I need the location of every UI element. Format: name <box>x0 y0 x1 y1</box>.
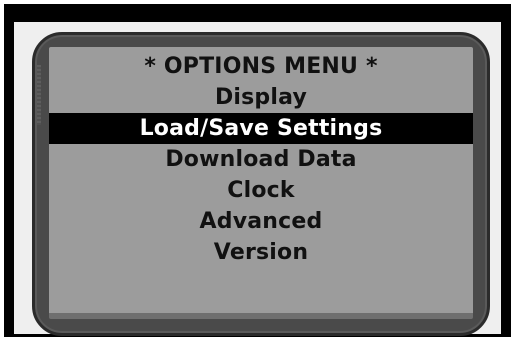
image-frame: * OPTIONS MENU * Display Load/Save Setti… <box>4 4 511 337</box>
lcd-screen: * OPTIONS MENU * Display Load/Save Setti… <box>49 47 473 319</box>
device-body: * OPTIONS MENU * Display Load/Save Setti… <box>14 22 501 336</box>
screen-bezel: * OPTIONS MENU * Display Load/Save Setti… <box>32 32 490 336</box>
bezel-scuff <box>37 65 41 125</box>
menu-item-clock[interactable]: Clock <box>49 175 473 206</box>
menu-item-display[interactable]: Display <box>49 82 473 113</box>
menu-title: * OPTIONS MENU * <box>144 54 378 79</box>
menu-item-load-save-settings[interactable]: Load/Save Settings <box>49 113 473 144</box>
options-menu: * OPTIONS MENU * Display Load/Save Setti… <box>49 51 473 268</box>
menu-item-download-data[interactable]: Download Data <box>49 144 473 175</box>
menu-item-advanced[interactable]: Advanced <box>49 206 473 237</box>
menu-item-version[interactable]: Version <box>49 237 473 268</box>
